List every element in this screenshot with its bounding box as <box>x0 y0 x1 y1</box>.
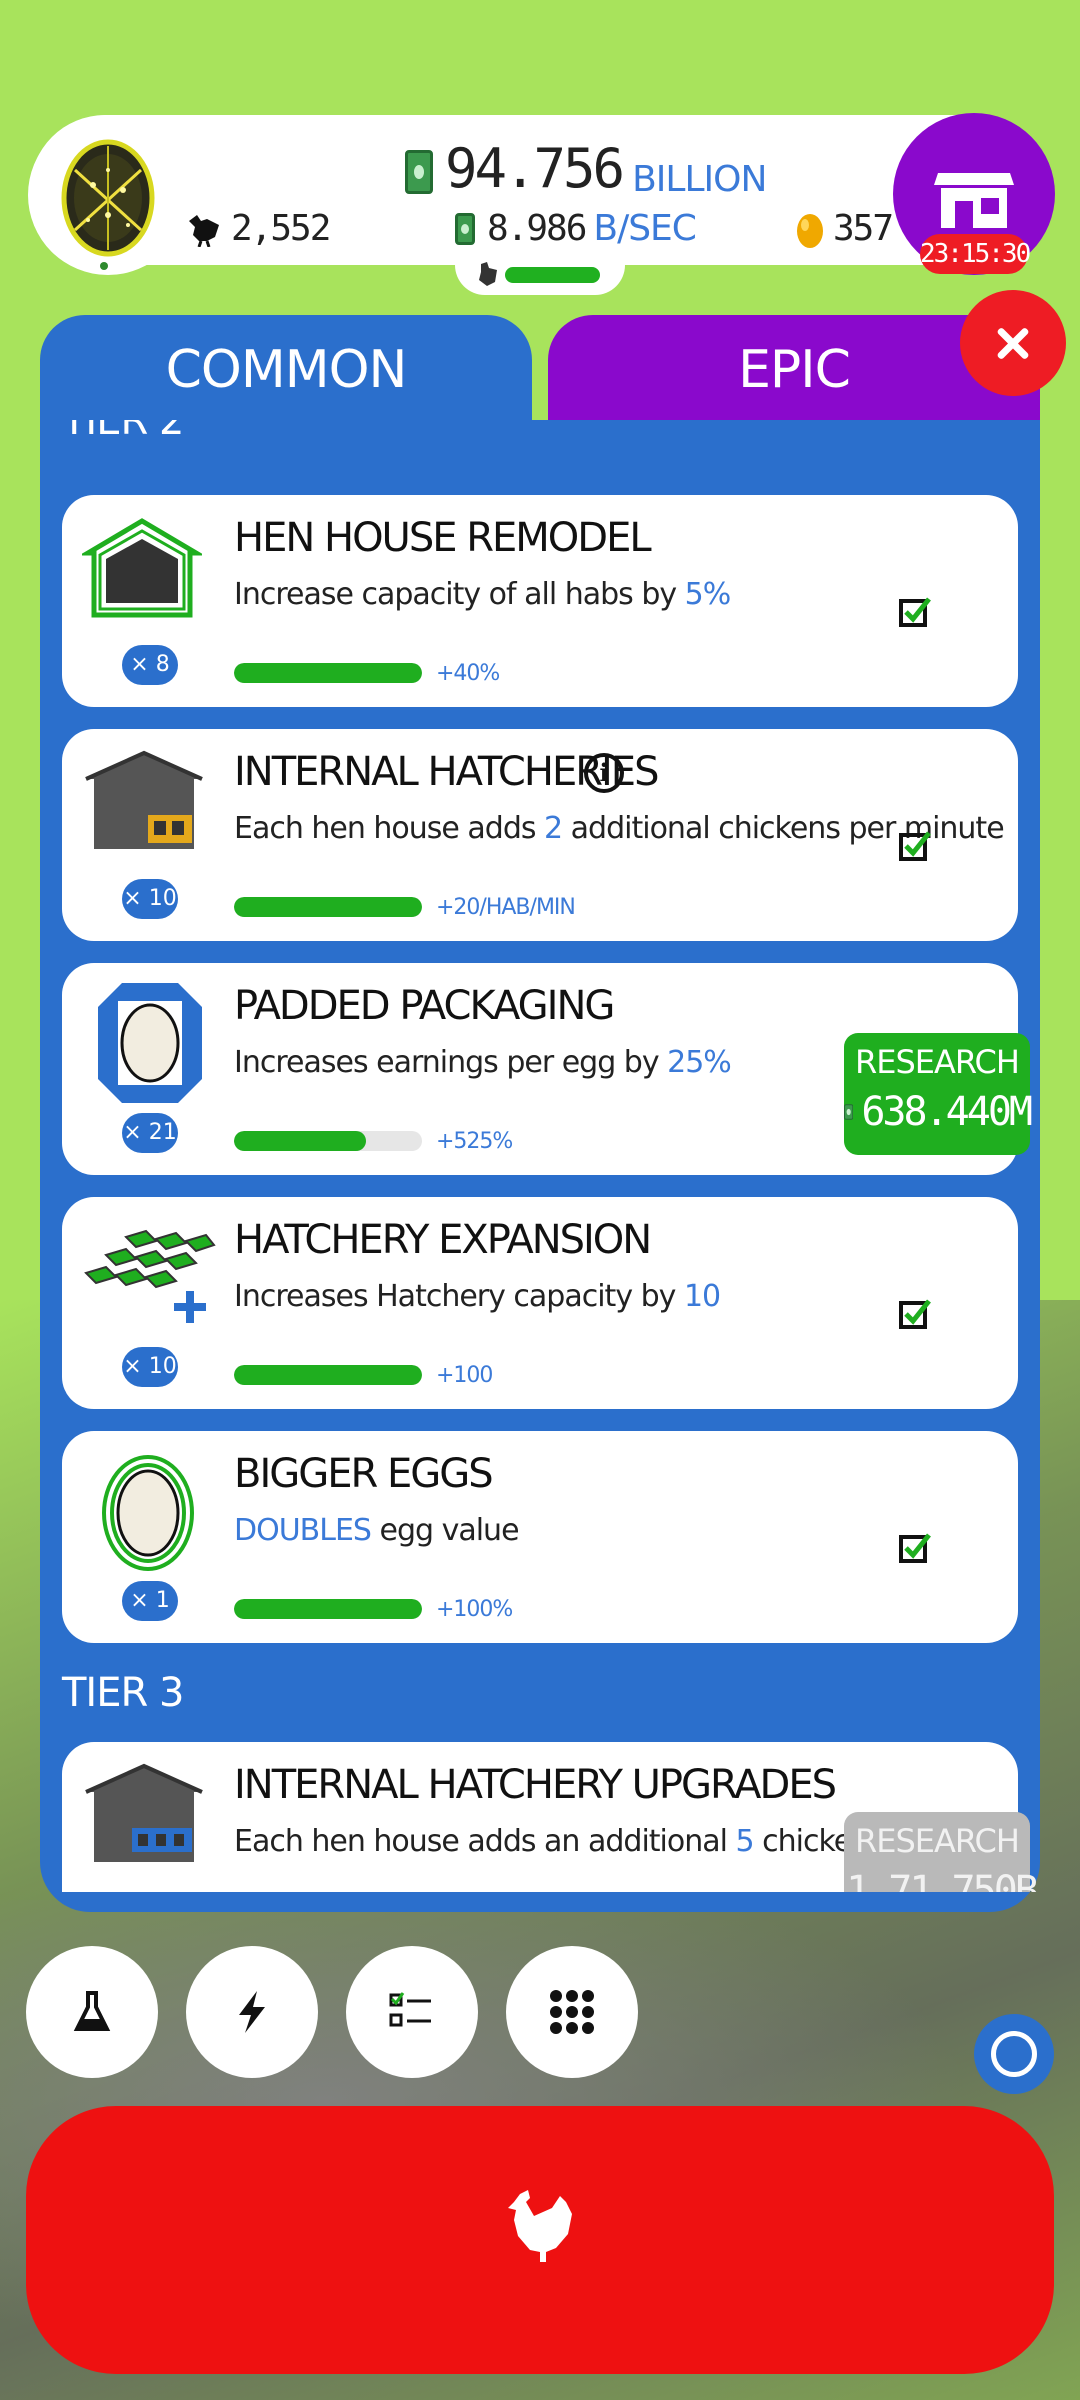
bigger-egg-icon <box>102 1455 194 1571</box>
cash-icon <box>844 1104 854 1120</box>
money-value: 94.756 <box>445 137 625 200</box>
chicken-count: 2,552 <box>185 208 331 249</box>
flask-icon <box>73 1991 111 2031</box>
hatchery-upgrade-icon <box>85 1763 203 1862</box>
checklist-icon <box>389 1992 431 2027</box>
egg-indicator-dot <box>100 262 108 270</box>
menu-nav-button[interactable] <box>506 1946 638 2078</box>
hatchery-progress-bar <box>505 267 601 283</box>
info-icon[interactable]: i <box>584 753 624 793</box>
checkmark-icon <box>899 1533 931 1563</box>
research-button-label: RESEARCH <box>855 1043 1020 1081</box>
hatchery-expansion-icon <box>84 1229 216 1323</box>
golden-eggs: 357 <box>795 208 894 249</box>
research-card-padded-packaging: × 21 PADDED PACKAGING Increases earnings… <box>62 963 1033 1175</box>
research-level: × 10 <box>122 1347 178 1387</box>
research-bonus: +100 <box>436 1363 493 1388</box>
research-card-internal-hatcheries: × 10 INTERNAL HATCHERIES i Each hen hous… <box>62 729 1018 941</box>
research-level: × 8 <box>122 645 178 685</box>
padded-egg-icon <box>98 983 202 1103</box>
golden-eggs-value: 357 <box>833 208 894 249</box>
research-button[interactable]: RESEARCH 638.440M <box>844 1033 1033 1155</box>
chicken-icon <box>189 214 219 247</box>
research-title: HATCHERY EXPANSION <box>234 1217 652 1263</box>
egg-icon <box>61 139 155 257</box>
tier-heading: TIER 3 <box>62 1670 184 1716</box>
close-button[interactable] <box>960 290 1066 396</box>
research-price: 1.71.750B <box>846 1868 1039 1892</box>
settings-circle-button[interactable] <box>974 2014 1054 2094</box>
research-progress-bar <box>234 897 422 917</box>
chicken-icon <box>508 2190 572 2262</box>
research-bonus: +20/HAB/MIN <box>436 895 576 920</box>
research-card-hen-house-remodel: × 8 HEN HOUSE REMODEL Increase capacity … <box>62 495 1018 707</box>
research-card-bigger-eggs: × 1 BIGGER EGGS DOUBLES egg value +100% <box>62 1431 1018 1643</box>
boost-nav-button[interactable] <box>186 1946 318 2078</box>
research-price: 638.440M <box>861 1089 1033 1135</box>
research-progress-bar <box>234 1131 422 1151</box>
research-level: × 10 <box>122 879 178 919</box>
checkmark-icon <box>899 831 931 861</box>
checkmark-icon <box>899 1299 931 1329</box>
research-progress-bar <box>234 1599 422 1619</box>
money-unit: BILLION <box>632 159 767 200</box>
earning-rate: 8.986 B/SEC <box>455 208 697 249</box>
research-title: INTERNAL HATCHERY UPGRADES <box>234 1762 837 1808</box>
rate-unit: B/SEC <box>593 208 697 249</box>
research-progress-bar <box>234 1365 422 1385</box>
research-nav-button[interactable] <box>26 1946 158 2078</box>
checkmark-icon <box>899 597 931 627</box>
current-egg-button[interactable] <box>28 115 188 275</box>
hatchery-progress <box>455 255 625 295</box>
research-title: PADDED PACKAGING <box>234 983 615 1029</box>
research-button-label: RESEARCH <box>855 1822 1020 1860</box>
research-bonus: +40% <box>436 661 500 686</box>
shop-timer: 23:15:30 <box>920 234 1031 274</box>
cash-icon <box>405 150 433 194</box>
research-card-internal-hatchery-upgrades: INTERNAL HATCHERY UPGRADES Each hen hous… <box>62 1742 1039 1892</box>
hatchery-house-icon <box>85 750 203 849</box>
cash-icon <box>455 212 475 245</box>
missions-nav-button[interactable] <box>346 1946 478 2078</box>
research-bonus: +525% <box>436 1129 513 1154</box>
hatch-chicken-button[interactable] <box>26 2106 1054 2374</box>
research-description: Increases earnings per egg by 25% <box>234 1045 732 1080</box>
research-progress-bar <box>234 663 422 683</box>
research-title: HEN HOUSE REMODEL <box>234 515 652 561</box>
research-level: × 1 <box>122 1581 178 1621</box>
research-description: Each hen house adds an additional 5 chic… <box>234 1824 948 1859</box>
research-button-locked[interactable]: RESEARCH 1.71.750B <box>844 1812 1039 1892</box>
research-list[interactable]: TIER 2 × 8 HEN HOUSE REMODEL Increase ca… <box>40 420 1040 1892</box>
money-display: 94.756 BILLION <box>405 137 767 200</box>
research-card-hatchery-expansion: × 10 HATCHERY EXPANSION Increases Hatche… <box>62 1197 1018 1409</box>
chick-icon <box>479 262 497 286</box>
research-description: Increase capacity of all habs by 5% <box>234 577 731 612</box>
research-level: × 21 <box>122 1113 178 1153</box>
rate-value: 8.986 <box>487 208 587 249</box>
grid-icon <box>550 1990 594 2034</box>
research-title: BIGGER EGGS <box>234 1451 494 1497</box>
research-description: Each hen house adds 2 additional chicken… <box>234 811 1005 846</box>
lightning-icon <box>239 1991 265 2033</box>
research-bonus: +100% <box>436 1597 513 1622</box>
tier-heading: TIER 2 <box>62 420 184 444</box>
hen-house-icon <box>82 518 202 618</box>
golden-egg-icon <box>797 213 823 248</box>
chicken-count-value: 2,552 <box>231 208 331 249</box>
research-description: Increases Hatchery capacity by 10 <box>234 1279 721 1314</box>
research-description: DOUBLES egg value <box>234 1513 520 1548</box>
